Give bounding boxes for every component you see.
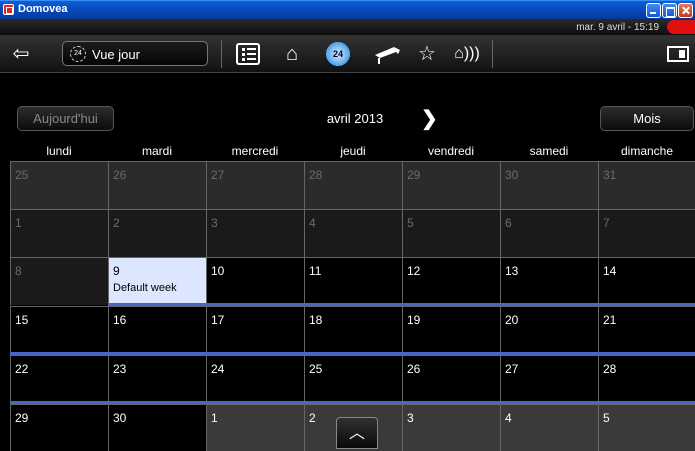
weekday-label: samedi [529,144,569,158]
day-cell[interactable]: 23 [108,355,206,403]
chevron-up-icon[interactable]: ︿ [336,417,378,449]
week-separator [10,401,695,404]
day-cell[interactable]: 17 [206,306,304,354]
clock-24-icon[interactable]: 24 [326,42,350,66]
day-cell[interactable]: 21 [598,306,695,354]
weekday-label: jeudi [340,144,366,158]
day-cell[interactable]: 19 [402,306,500,354]
left-edge [0,73,10,451]
toolbar: ⇦ 24 Vue jour ⌂ 24 ☆ ⌂))) [0,35,695,73]
toolbar-divider [221,40,222,68]
day-cell[interactable]: 3 [206,209,304,257]
day-cell[interactable]: 30 [108,404,206,451]
day-cell[interactable]: 13 [500,257,598,305]
day-cell[interactable]: 22 [10,355,108,403]
day-cell[interactable]: 15 [10,306,108,354]
app-icon [3,4,14,15]
clock-icon: 24 [70,46,86,62]
day-cell[interactable]: 25 [10,161,108,209]
day-cell[interactable]: 28 [598,355,695,403]
day-cell[interactable]: 7 [598,209,695,257]
day-number: 9 [113,264,120,278]
alarm-home-icon[interactable]: ⌂))) [452,43,482,65]
event-label[interactable]: Default week [113,282,206,294]
alert-indicator[interactable] [667,20,695,34]
day-cell[interactable]: 10 [206,257,304,305]
view-selector-label: Vue jour [92,47,140,62]
weekday-label: mardi [141,144,172,158]
day-cell[interactable]: 1 [10,209,108,257]
day-cell[interactable]: 29 [10,404,108,451]
day-cell[interactable]: 29 [402,161,500,209]
day-cell[interactable]: 3 [402,404,500,451]
day-cell[interactable]: 24 [206,355,304,403]
datetime-label: mar. 9 avril - 15:19 [576,22,659,33]
current-day-marker [108,303,206,306]
day-cell[interactable]: 16 [108,306,206,354]
home-icon[interactable]: ⌂ [280,43,304,65]
day-cell[interactable]: 4 [500,404,598,451]
maximize-button[interactable] [662,3,677,18]
status-bar: mar. 9 avril - 15:19 [0,19,695,35]
panel-toggle-icon[interactable] [667,46,689,62]
day-cell[interactable]: 31 [598,161,695,209]
month-title: avril 2013 [326,111,384,126]
weekday-label: mercredi [231,144,279,158]
day-cell[interactable]: 11 [304,257,402,305]
day-cell[interactable]: 27 [500,355,598,403]
today-button[interactable]: Aujourd'hui [17,106,114,131]
day-cell[interactable]: 28 [304,161,402,209]
day-cell[interactable]: 12 [402,257,500,305]
day-cell[interactable]: 30 [500,161,598,209]
day-cell[interactable]: 26 [402,355,500,403]
day-cell[interactable]: 8 [10,257,108,305]
day-cell[interactable]: 4 [304,209,402,257]
day-cell[interactable]: 6 [500,209,598,257]
day-cell[interactable]: 5 [402,209,500,257]
day-cell[interactable]: 2 [108,209,206,257]
window-title: Domovea [18,3,68,15]
list-icon[interactable] [236,43,260,65]
weekday-label: dimanche [620,144,674,158]
day-cell[interactable]: 25 [304,355,402,403]
day-cell[interactable]: 14 [598,257,695,305]
day-cell[interactable]: 18 [304,306,402,354]
calendar-grid: 25 26 27 28 29 30 31 1 2 3 4 5 6 7 8 9 D… [10,161,695,451]
day-cell[interactable]: 20 [500,306,598,354]
toolbar-divider [492,40,493,68]
day-cell[interactable]: 5 [598,404,695,451]
close-button[interactable] [678,3,693,18]
next-month-button[interactable]: ❯ [421,106,438,131]
camera-icon[interactable] [372,43,402,65]
weekday-label: lundi [46,144,72,158]
day-cell[interactable]: 27 [206,161,304,209]
week-separator [10,352,695,355]
minimize-button[interactable] [646,3,661,18]
week-separator [206,303,695,306]
day-cell[interactable]: 26 [108,161,206,209]
weekday-header: lundi mardi mercredi jeudi vendredi same… [10,142,695,160]
window-title-bar: Domovea [0,0,695,19]
view-selector[interactable]: 24 Vue jour [62,41,208,66]
today-cell[interactable]: 9 Default week [108,257,206,305]
weekday-label: vendredi [427,144,475,158]
back-arrow-icon[interactable]: ⇦ [8,43,34,65]
day-cell[interactable]: 1 [206,404,304,451]
star-icon[interactable]: ☆ [414,43,440,65]
month-view-button[interactable]: Mois [600,106,694,131]
